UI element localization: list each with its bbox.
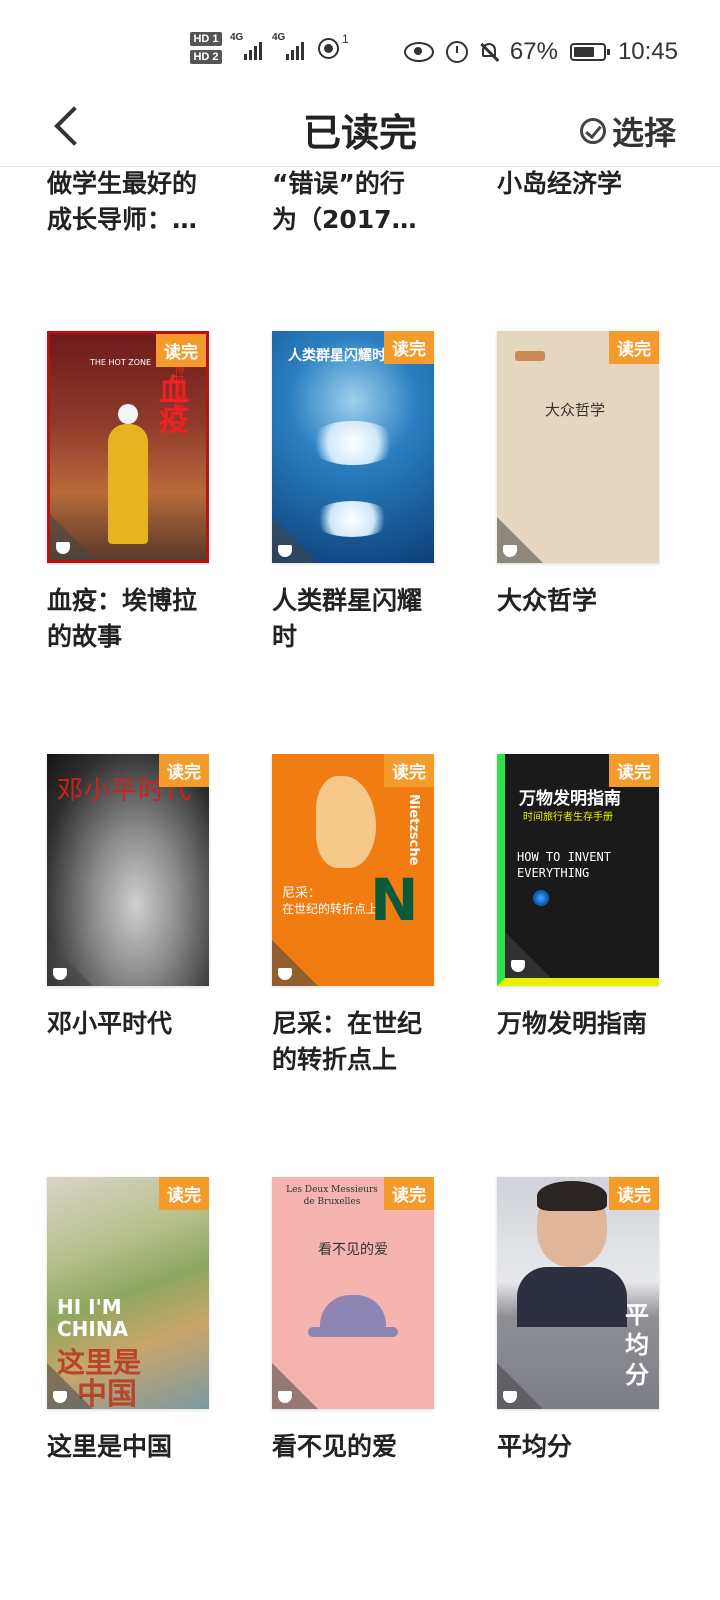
book-title: 平均分	[497, 1432, 573, 1461]
book-cover[interactable]: Les Deux Messieurs de Bruxelles 看不见的爱 读完	[272, 1177, 434, 1409]
hotspot-icon: 1	[318, 32, 349, 60]
app-header: 已读完 选择	[0, 100, 720, 167]
book-cover[interactable]: 万物发明指南 时间旅行者生存手册 HOW TO INVENT EVERYTHIN…	[497, 754, 659, 986]
book-title: 做学生最好的 成长导师：…	[47, 169, 198, 234]
book-cover[interactable]: HI I'M CHINA 这里是 中国 读完	[47, 1177, 209, 1409]
book-title: 尼采：在世纪 的转折点上	[272, 1009, 423, 1074]
read-badge: 读完	[609, 331, 659, 364]
clock: 10:45	[617, 38, 678, 65]
book-cover[interactable]: 平 均 分 读完	[497, 1177, 659, 1409]
book-title: 小岛经济学	[497, 169, 623, 198]
book-title: “错误”的行 为（2017…	[272, 169, 417, 234]
book-cover[interactable]: 尼采： 在世纪的转折点上 Nietzsche N 读完	[272, 754, 434, 986]
book-title: 万物发明指南	[497, 1009, 648, 1038]
book-title: 这里是中国	[47, 1432, 173, 1461]
eye-comfort-icon	[403, 42, 434, 62]
net1-label: 4G	[230, 32, 244, 43]
check-circle-icon	[579, 118, 606, 144]
battery-icon	[569, 43, 610, 61]
book-title: 大众哲学	[497, 586, 598, 615]
hotspot-count: 1	[342, 32, 349, 46]
book-title: 血疫：埃博拉 的故事	[47, 586, 198, 651]
signal-1-icon: 4G	[230, 32, 262, 60]
book-title: 看不见的爱	[272, 1432, 398, 1461]
net2-label: 4G	[272, 32, 286, 43]
book-grid: 做学生最好的 成长导师：… “错误”的行 为（2017… 小岛经济学 THE HOT…	[0, 166, 720, 1600]
status-bar: HD 1 HD 2 4G 4G 1 67% 10:45	[0, 0, 720, 100]
book-title: 人类群星闪耀时	[272, 586, 423, 651]
book-title: 邓小平时代	[47, 1009, 173, 1038]
mute-bell-icon	[480, 42, 498, 62]
read-badge: 读完	[609, 754, 659, 787]
read-badge: 读完	[156, 334, 206, 367]
hd2-label: HD 2	[190, 50, 222, 64]
read-badge: 读完	[384, 1177, 434, 1210]
read-badge: 读完	[159, 754, 209, 787]
signal-2-icon: 4G	[272, 32, 304, 60]
book-cover[interactable]: 邓小平时代 读完	[47, 754, 209, 986]
book-cover[interactable]: 人类群星闪耀时 读完	[272, 331, 434, 563]
select-button[interactable]: 选择	[579, 108, 676, 154]
read-badge: 读完	[384, 331, 434, 364]
book-cover[interactable]: 大众哲学 读完	[497, 331, 659, 563]
read-badge: 读完	[384, 754, 434, 787]
book-cover[interactable]: THE HOT ZONE 血疫 埃博拉的故事 读完	[47, 331, 209, 563]
read-badge: 读完	[609, 1177, 659, 1210]
sim-indicator: HD 1 HD 2	[190, 32, 222, 68]
select-label: 选择	[611, 114, 676, 152]
hd1-label: HD 1	[190, 32, 222, 46]
alarm-icon	[445, 41, 468, 63]
read-badge: 读完	[159, 1177, 209, 1210]
battery-percent: 67%	[509, 38, 558, 65]
